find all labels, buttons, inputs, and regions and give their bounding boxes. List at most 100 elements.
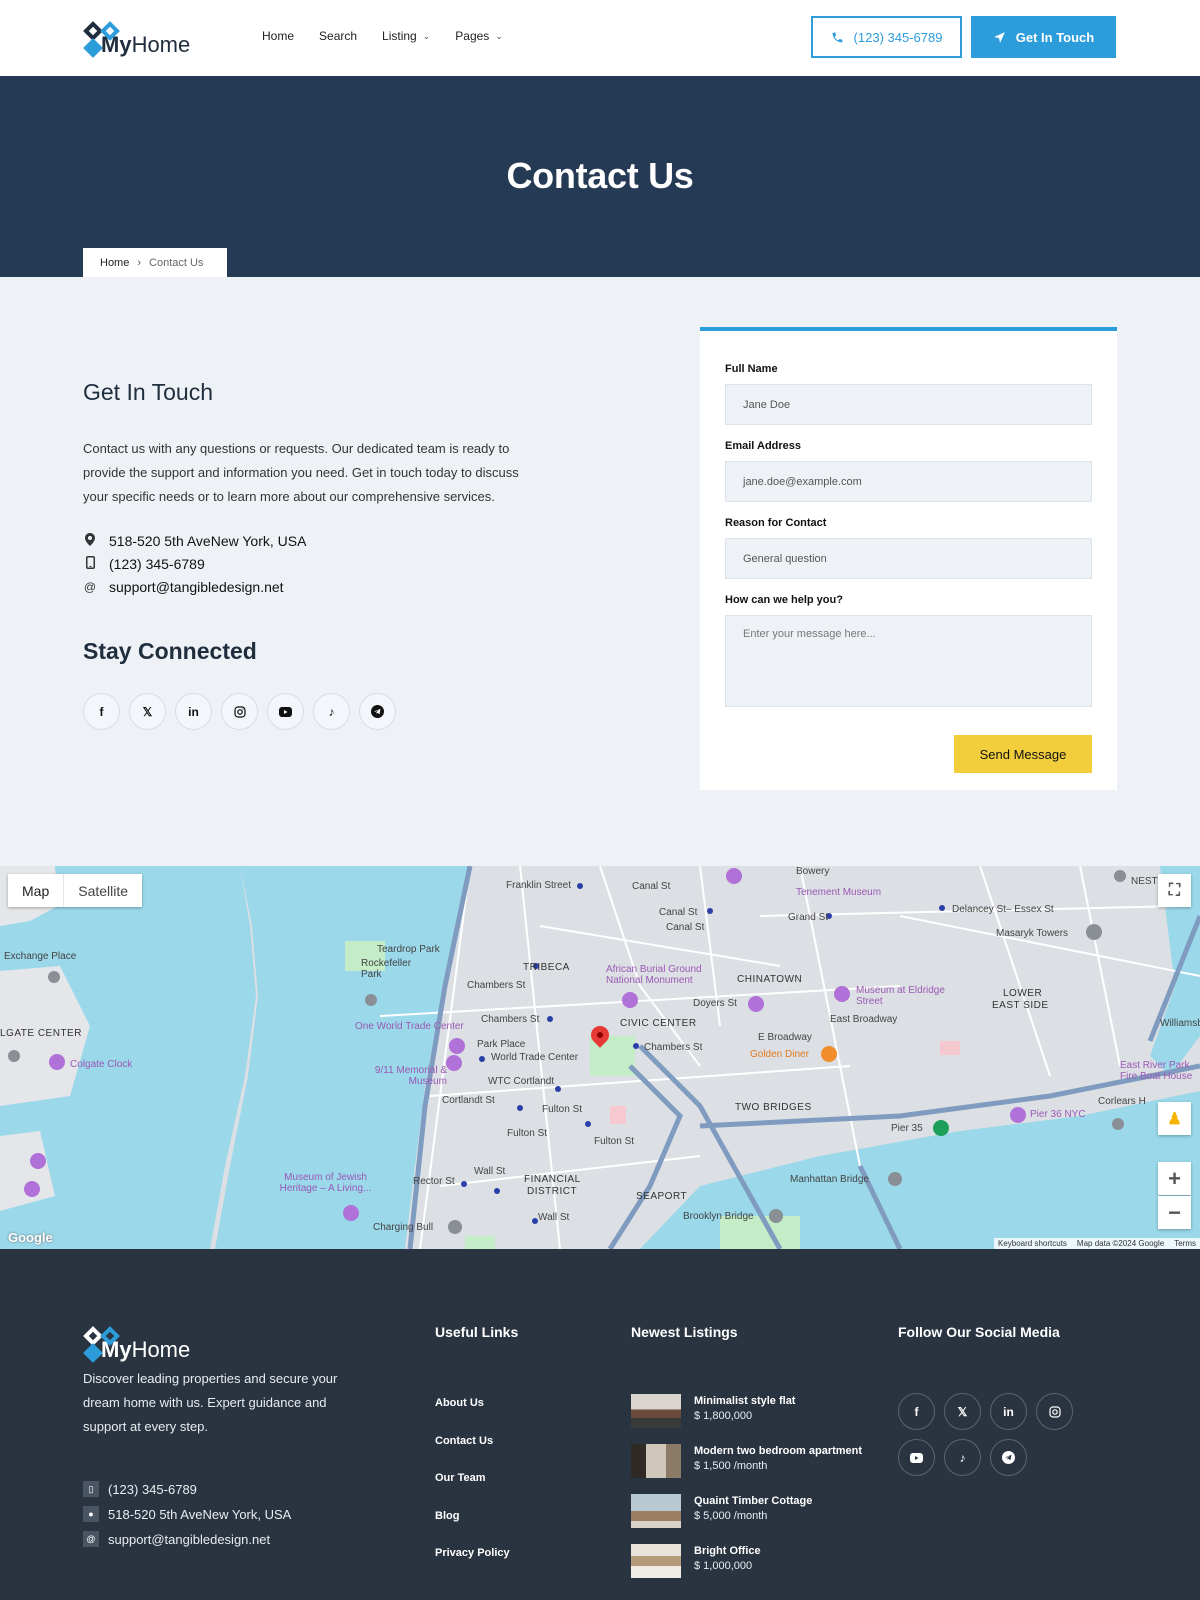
- footer-link-about[interactable]: About Us: [435, 1397, 484, 1409]
- footer-email-text: support@tangibledesign.net: [108, 1531, 271, 1547]
- google-logo: Google: [8, 1230, 53, 1245]
- footer-link-privacy[interactable]: Privacy Policy: [435, 1547, 510, 1559]
- zoom-in-icon[interactable]: +: [1158, 1162, 1191, 1195]
- facebook-icon[interactable]: f: [898, 1393, 935, 1430]
- map-label: Chambers St: [467, 980, 526, 991]
- footer-logo[interactable]: MyHome: [83, 1323, 190, 1363]
- main-nav: Home Search Listing ⌄ Pages ⌄: [262, 29, 503, 43]
- telegram-icon[interactable]: [359, 693, 396, 730]
- page-hero: Contact Us Home › Contact Us: [0, 76, 1200, 277]
- contact-email[interactable]: @ support@tangibledesign.net: [83, 579, 284, 595]
- map-label: African Burial Ground National Monument: [606, 964, 702, 986]
- pegman-icon[interactable]: ♟: [1158, 1102, 1191, 1135]
- useful-links-heading: Useful Links: [435, 1324, 519, 1340]
- map-label: LOWER: [1003, 988, 1043, 999]
- x-icon[interactable]: 𝕏: [944, 1393, 981, 1430]
- phone-button[interactable]: (123) 345-6789: [811, 16, 962, 58]
- footer-phone[interactable]: ▯ (123) 345-6789: [83, 1481, 197, 1497]
- tiktok-icon[interactable]: ♪: [944, 1439, 981, 1476]
- reason-select[interactable]: General question: [725, 538, 1092, 579]
- map-label: Chambers St: [644, 1042, 703, 1053]
- zoom-out-icon[interactable]: −: [1158, 1196, 1191, 1229]
- nav-item-listing[interactable]: Listing ⌄: [382, 29, 430, 43]
- footer-address-text: 518-520 5th AveNew York, USA: [108, 1506, 292, 1522]
- mobile-icon: [83, 556, 97, 572]
- google-map[interactable]: Map Satellite TRIBECA CHINATOWN CIVIC CE…: [0, 866, 1200, 1249]
- map-label: E Broadway: [758, 1032, 812, 1043]
- phone-icon: [832, 32, 842, 42]
- telegram-icon[interactable]: [990, 1439, 1027, 1476]
- map-label: World Trade Center: [491, 1052, 579, 1063]
- listing-title: Minimalist style flat: [694, 1395, 796, 1407]
- contact-address-text: 518-520 5th AveNew York, USA: [109, 533, 307, 549]
- map-label: Grand St: [788, 912, 829, 923]
- newest-listings-heading: Newest Listings: [631, 1324, 738, 1340]
- tiktok-icon[interactable]: ♪: [313, 693, 350, 730]
- youtube-icon[interactable]: [267, 693, 304, 730]
- map-label: Park Place: [477, 1039, 526, 1050]
- listing-item[interactable]: Quaint Timber Cottage $ 5,000 /month: [631, 1494, 812, 1528]
- instagram-icon[interactable]: [221, 693, 258, 730]
- listing-price: $ 1,800,000: [694, 1410, 753, 1422]
- map-label: SEAPORT: [636, 1191, 688, 1202]
- map-label: Bowery: [796, 866, 830, 877]
- map-label: Corlears H: [1098, 1096, 1146, 1107]
- footer-email[interactable]: @ support@tangibledesign.net: [83, 1531, 270, 1547]
- full-name-field[interactable]: Jane Doe: [725, 384, 1092, 425]
- mobile-icon: ▯: [83, 1481, 99, 1497]
- map-label: One World Trade Center: [355, 1021, 464, 1032]
- get-in-touch-button[interactable]: Get In Touch: [971, 16, 1116, 58]
- email-label: Email Address: [725, 440, 802, 452]
- keyboard-shortcuts-link[interactable]: Keyboard shortcuts: [998, 1239, 1067, 1248]
- listing-title: Quaint Timber Cottage: [694, 1495, 813, 1507]
- listing-item[interactable]: Modern two bedroom apartment $ 1,500 /mon…: [631, 1444, 862, 1478]
- map-label: Wall St: [474, 1166, 506, 1177]
- map-label: Golden Diner: [750, 1049, 809, 1060]
- map-data-text: Map data ©2024 Google: [1076, 1239, 1165, 1248]
- map-label: Museum at Eldridge Street: [856, 985, 945, 1007]
- email-field[interactable]: jane.doe@example.com: [725, 461, 1092, 502]
- map-label: Franklin Street: [506, 880, 572, 891]
- social-links: f 𝕏 in ♪: [83, 693, 396, 730]
- linkedin-icon[interactable]: in: [175, 693, 212, 730]
- map-type-map[interactable]: Map: [8, 874, 65, 907]
- listing-item[interactable]: Bright Office $ 1,000,000: [631, 1544, 761, 1578]
- nav-item-home[interactable]: Home: [262, 29, 294, 43]
- page-title: Contact Us: [506, 155, 694, 196]
- message-textarea[interactable]: Enter your message here...: [725, 615, 1092, 707]
- footer-link-contact[interactable]: Contact Us: [435, 1435, 493, 1447]
- map-label: LGATE CENTER: [0, 1028, 82, 1039]
- terms-link[interactable]: Terms: [1174, 1239, 1196, 1248]
- map-label: Chambers St: [481, 1014, 540, 1025]
- map-type-satellite[interactable]: Satellite: [64, 874, 142, 907]
- breadcrumb-separator: ›: [137, 256, 142, 269]
- footer-address: ● 518-520 5th AveNew York, USA: [83, 1506, 291, 1522]
- footer-link-blog[interactable]: Blog: [435, 1510, 459, 1522]
- nav-item-search[interactable]: Search: [319, 29, 357, 43]
- send-message-button[interactable]: Send Message: [954, 735, 1092, 773]
- chevron-down-icon: ⌄: [422, 30, 431, 41]
- linkedin-icon[interactable]: in: [990, 1393, 1027, 1430]
- contact-description: Contact us with any questions or request…: [83, 441, 519, 504]
- breadcrumb-home[interactable]: Home: [100, 257, 129, 269]
- footer-link-team[interactable]: Our Team: [435, 1472, 486, 1484]
- instagram-icon[interactable]: [1036, 1393, 1073, 1430]
- map-label: Museum of Jewish Heritage – A Living...: [279, 1172, 372, 1194]
- contact-phone-text: (123) 345-6789: [109, 556, 205, 572]
- facebook-icon[interactable]: f: [83, 693, 120, 730]
- map-label: WTC Cortlandt: [488, 1076, 555, 1087]
- map-canvas[interactable]: [0, 866, 1200, 1249]
- x-icon[interactable]: 𝕏: [129, 693, 166, 730]
- footer-phone-text: (123) 345-6789: [108, 1481, 197, 1497]
- youtube-icon[interactable]: [898, 1439, 935, 1476]
- listing-thumbnail: [631, 1544, 681, 1578]
- contact-phone[interactable]: (123) 345-6789: [83, 556, 205, 572]
- nav-item-pages[interactable]: Pages ⌄: [455, 29, 503, 43]
- map-label: TRIBECA: [523, 962, 570, 973]
- logo[interactable]: MyHome: [83, 18, 190, 58]
- fullscreen-icon[interactable]: ⛶: [1158, 874, 1191, 907]
- get-in-touch-heading: Get In Touch: [83, 379, 213, 405]
- map-label: Canal St: [666, 922, 705, 933]
- send-icon: [993, 31, 1005, 43]
- listing-item[interactable]: Minimalist style flat $ 1,800,000: [631, 1394, 795, 1428]
